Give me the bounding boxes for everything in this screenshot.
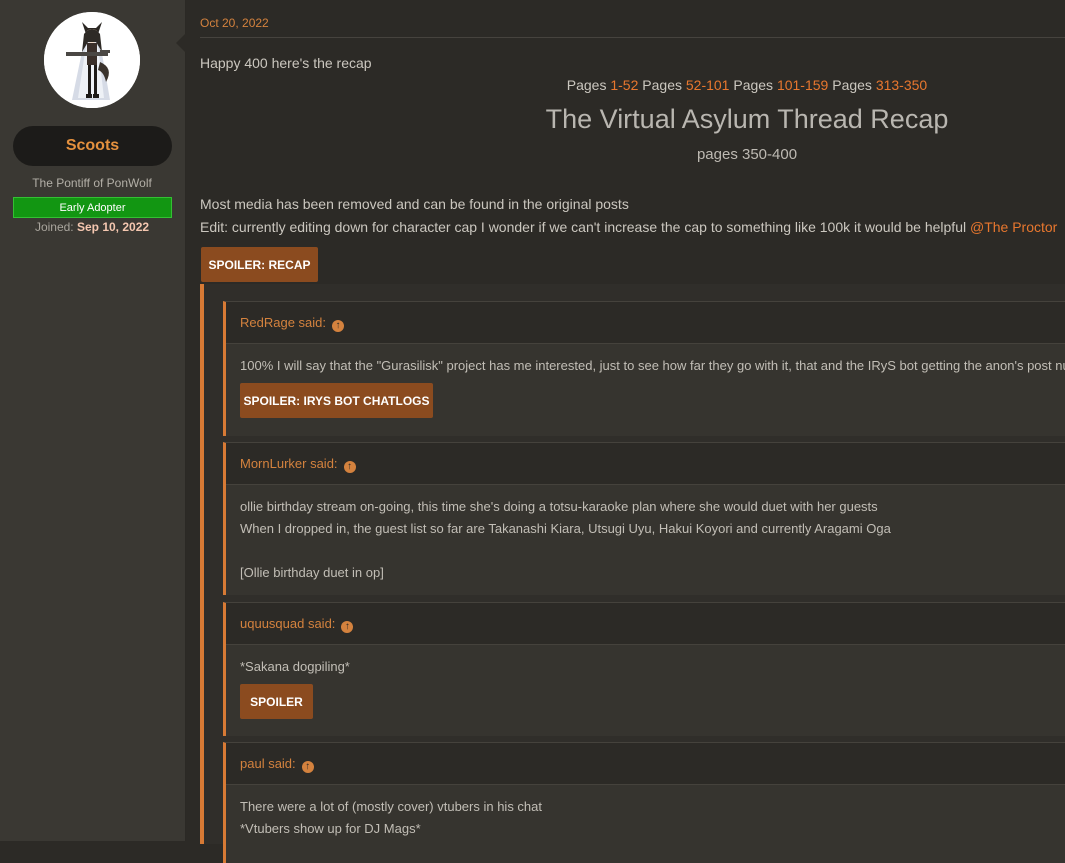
recap-title: The Virtual Asylum Thread Recap bbox=[545, 104, 949, 134]
quote-block: uquusquad said: ↑ *Sakana dogpiling* SPOI… bbox=[223, 602, 1065, 736]
quote-text: *Sakana dogpiling* bbox=[240, 659, 350, 674]
post-note-edit: Edit: currently editing down for charact… bbox=[200, 219, 1057, 235]
pages-link-3[interactable]: 101-159 bbox=[777, 77, 828, 93]
quote-header: paul said: ↑ bbox=[226, 743, 1065, 785]
post-intro: Happy 400 here's the recap bbox=[200, 55, 372, 71]
user-banner-badge: Early Adopter bbox=[13, 197, 172, 218]
jump-up-icon[interactable]: ↑ bbox=[301, 761, 314, 773]
pages-prefix-3: Pages bbox=[729, 77, 777, 93]
quote-author-link[interactable]: MornLurker said: ↑ bbox=[240, 456, 356, 473]
username[interactable]: Scoots bbox=[13, 126, 172, 166]
spoiler-irys-button[interactable]: SPOILER: IRYS BOT CHATLOGS bbox=[240, 383, 433, 418]
quote-author: MornLurker said: bbox=[240, 456, 338, 471]
pages-prefix-4: Pages bbox=[828, 77, 876, 93]
spoiler-button[interactable]: SPOILER bbox=[240, 684, 313, 719]
jump-up-icon[interactable]: ↑ bbox=[341, 621, 354, 633]
wolf-girl-avatar-icon bbox=[44, 12, 140, 108]
post-note-media: Most media has been removed and can be f… bbox=[200, 196, 629, 212]
quote-author: uquusquad said: bbox=[240, 616, 336, 631]
post-note-edit-text: Edit: currently editing down for charact… bbox=[200, 219, 970, 235]
user-mention-link[interactable]: @The Proctor bbox=[970, 219, 1057, 235]
joined-date: Sep 10, 2022 bbox=[76, 220, 150, 234]
quote-block: MornLurker said: ↑ ollie birthday stream … bbox=[223, 442, 1065, 595]
pages-link-2[interactable]: 52-101 bbox=[686, 77, 730, 93]
quote-header: RedRage said: ↑ bbox=[226, 302, 1065, 344]
jump-up-icon[interactable]: ↑ bbox=[332, 320, 344, 332]
quote-text: *Vtubers show up for DJ Mags* bbox=[240, 821, 421, 836]
avatar[interactable] bbox=[44, 12, 140, 108]
quote-author: paul said: bbox=[240, 756, 296, 771]
post-date-link[interactable]: Oct 20, 2022 bbox=[200, 16, 269, 30]
pages-prefix-1: Pages bbox=[566, 77, 611, 93]
quote-author-link[interactable]: uquusquad said: ↑ bbox=[240, 616, 354, 633]
post-header-divider bbox=[200, 37, 1065, 38]
spoiler-content: RedRage said: ↑ 100% I will say that the … bbox=[200, 284, 1065, 863]
quote-block: paul said: ↑ There were a lot of (mostly … bbox=[223, 742, 1065, 863]
post-body: Oct 20, 2022 Happy 400 here's the recap … bbox=[200, 0, 1065, 863]
quote-text: There were a lot of (mostly cover) vtube… bbox=[240, 799, 543, 814]
quote-text: [Ollie birthday duet in op] bbox=[240, 565, 384, 580]
quote-block: RedRage said: ↑ 100% I will say that the … bbox=[223, 301, 1065, 436]
recap-subtitle: pages 350-400 bbox=[696, 146, 798, 163]
jump-up-icon[interactable]: ↑ bbox=[343, 461, 356, 473]
quote-author-link[interactable]: RedRage said: ↑ bbox=[240, 315, 344, 332]
quote-text: 100% I will say that the "Gurasilisk" pr… bbox=[240, 358, 1065, 373]
pages-links: Pages 1-52 Pages 52-101 Pages 101-159 Pa… bbox=[200, 77, 1065, 93]
joined-info: Joined: Sep 10, 2022 bbox=[0, 220, 184, 234]
pages-prefix-2: Pages bbox=[638, 77, 686, 93]
quote-author-link[interactable]: paul said: ↑ bbox=[240, 756, 314, 773]
quote-text: When I dropped in, the guest list so far… bbox=[240, 521, 891, 536]
quote-header: MornLurker said: ↑ bbox=[226, 443, 1065, 485]
user-title: The Pontiff of PonWolf bbox=[32, 176, 152, 190]
sidebar-pointer bbox=[176, 33, 186, 53]
spoiler-recap-button[interactable]: SPOILER: RECAP bbox=[201, 247, 318, 282]
pages-link-4[interactable]: 313-350 bbox=[876, 77, 927, 93]
quote-header: uquusquad said: ↑ bbox=[226, 603, 1065, 645]
quote-author: RedRage said: bbox=[240, 315, 326, 330]
pages-link-1[interactable]: 1-52 bbox=[610, 77, 638, 93]
joined-label: Joined: bbox=[34, 220, 74, 234]
quote-text: ollie birthday stream on-going, this tim… bbox=[240, 499, 878, 514]
user-sidebar: Scoots The Pontiff of PonWolf Early Adop… bbox=[0, 0, 186, 841]
